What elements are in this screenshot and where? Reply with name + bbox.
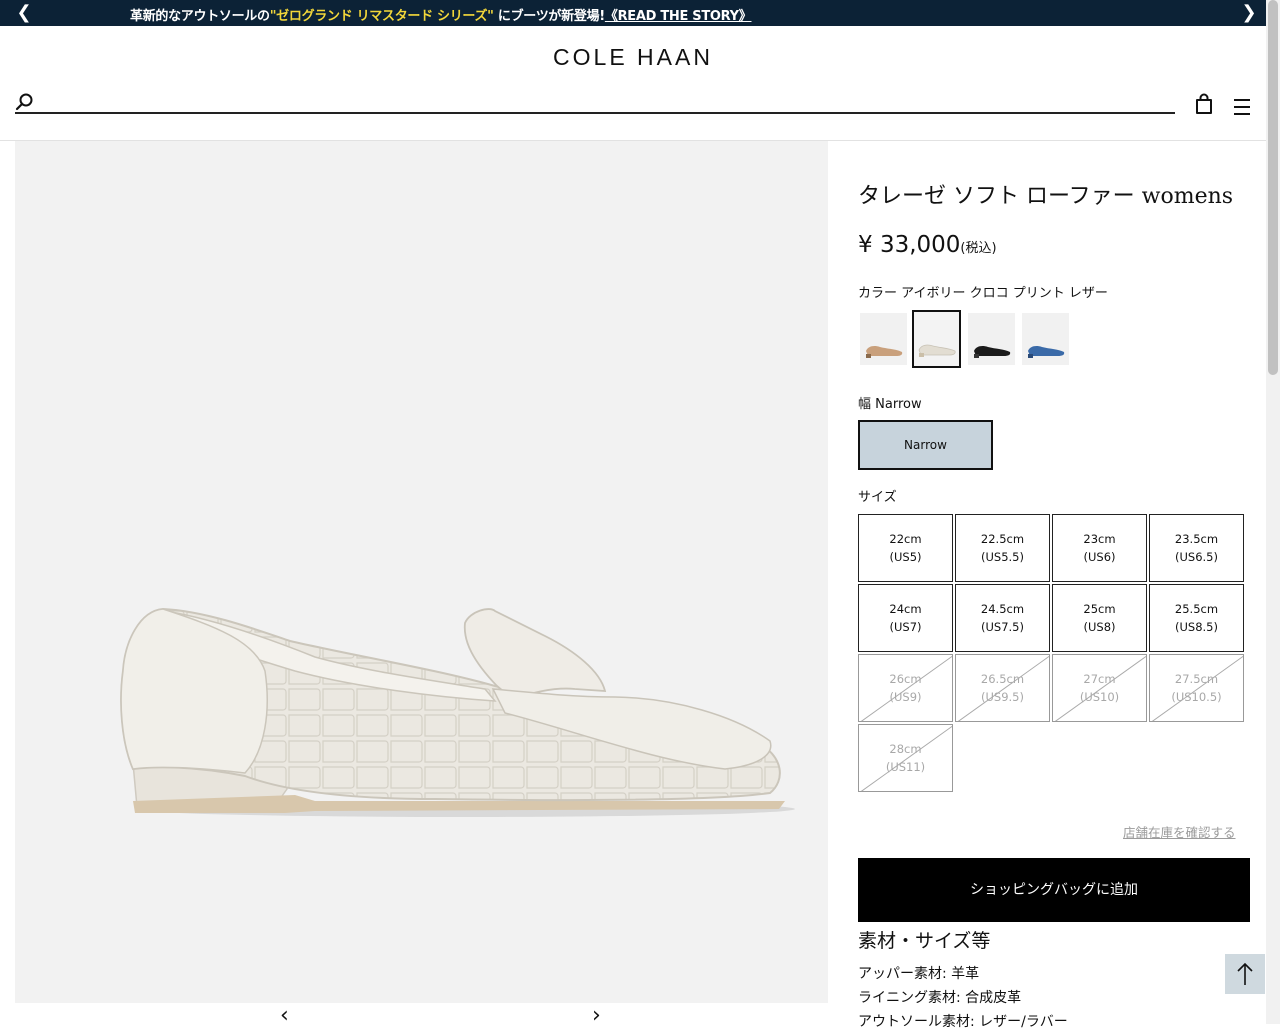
- size-cm: 23cm: [1083, 532, 1116, 546]
- size-option[interactable]: 22.5cm (US5.5): [955, 514, 1050, 582]
- size-cm: 22.5cm: [980, 532, 1025, 546]
- color-label: カラー アイボリー クロコ プリント レザー: [858, 286, 1108, 301]
- sold-out-slash: [1151, 655, 1243, 721]
- chevron-right-icon[interactable]: ❯: [1240, 3, 1258, 23]
- size-option[interactable]: 24.5cm (US7.5): [955, 584, 1050, 652]
- hamburger-menu-icon[interactable]: [1232, 98, 1252, 116]
- sold-out-slash: [1054, 655, 1146, 721]
- arrow-up-icon: [1237, 962, 1253, 985]
- size-us: (US7): [889, 620, 922, 634]
- product-image[interactable]: [15, 141, 828, 1003]
- sold-out-slash: [860, 725, 952, 791]
- width-label: 幅 Narrow: [858, 397, 922, 412]
- gallery-next-button[interactable]: ›: [592, 1005, 601, 1027]
- size-option[interactable]: 23cm (US6): [1052, 514, 1147, 582]
- search-icon[interactable]: [15, 92, 35, 112]
- size-us: (US8.5): [1175, 620, 1218, 634]
- tax-note: (税込): [960, 241, 997, 256]
- promo-message: 革新的なアウトソールの"ゼログランド リマスタード シリーズ" にブーツが新登場…: [130, 5, 752, 24]
- size-cm: 24cm: [889, 602, 922, 616]
- size-us: (US5): [889, 550, 922, 564]
- size-cm: 22cm: [889, 532, 922, 546]
- store-stock-link[interactable]: 店舗在庫を確認する: [1123, 822, 1236, 841]
- size-us: (US8): [1083, 620, 1116, 634]
- swatch-tan[interactable]: [860, 313, 907, 365]
- search-input[interactable]: [43, 92, 1163, 112]
- size-option: 26.5cm (US9.5): [955, 654, 1050, 722]
- gallery-prev-button[interactable]: ‹: [280, 1005, 289, 1027]
- size-cm: 24.5cm: [980, 602, 1025, 616]
- sold-out-slash: [860, 655, 952, 721]
- size-option: 28cm (US11): [858, 724, 953, 792]
- add-to-bag-button[interactable]: ショッピングバッグに追加: [858, 858, 1250, 922]
- size-option: 27cm (US10): [1052, 654, 1147, 722]
- chevron-left-icon[interactable]: ❮: [15, 3, 33, 23]
- back-to-top-button[interactable]: [1225, 954, 1265, 994]
- promo-prefix: 革新的なアウトソールの: [130, 9, 270, 24]
- size-cm: 25.5cm: [1174, 602, 1219, 616]
- size-option[interactable]: 24cm (US7): [858, 584, 953, 652]
- swatch-black[interactable]: [968, 313, 1015, 365]
- swatch-blue[interactable]: [1022, 313, 1069, 365]
- size-us: (US5.5): [981, 550, 1024, 564]
- shopping-bag-icon[interactable]: [1194, 93, 1214, 115]
- price-value: ¥ 33,000: [858, 232, 961, 258]
- width-option-narrow[interactable]: Narrow: [858, 420, 993, 470]
- spec-outsole: アウトソール素材: レザー/ラバー: [858, 1014, 1068, 1030]
- size-option[interactable]: 25.5cm (US8.5): [1149, 584, 1244, 652]
- size-label: サイズ: [858, 490, 897, 505]
- promo-highlight: "ゼログランド リマスタード シリーズ": [269, 9, 494, 24]
- loafer-illustration: [120, 607, 795, 817]
- size-option: 27.5cm (US10.5): [1149, 654, 1244, 722]
- size-option: 26cm (US9): [858, 654, 953, 722]
- swatch-ivory[interactable]: [912, 310, 961, 368]
- size-cm: 25cm: [1083, 602, 1116, 616]
- spec-upper: アッパー素材: 羊革: [858, 966, 980, 982]
- size-option[interactable]: 22cm (US5): [858, 514, 953, 582]
- sold-out-slash: [957, 655, 1049, 721]
- brand-logo[interactable]: COLE HAAN: [0, 44, 1266, 71]
- size-us: (US6): [1083, 550, 1116, 564]
- read-story-link[interactable]: 《READ THE STORY》: [605, 9, 752, 24]
- search-bar: [15, 92, 1175, 114]
- spec-lining: ライニング素材: 合成皮革: [858, 990, 1022, 1006]
- size-us: (US6.5): [1175, 550, 1218, 564]
- size-us: (US7.5): [981, 620, 1024, 634]
- spec-title: 素材・サイズ等: [858, 930, 991, 952]
- promo-middle: にブーツが新登場!: [497, 9, 605, 24]
- scrollbar-thumb[interactable]: [1268, 0, 1278, 375]
- promo-banner: ❮ 革新的なアウトソールの"ゼログランド リマスタード シリーズ" にブーツが新…: [0, 0, 1266, 26]
- size-option[interactable]: 23.5cm (US6.5): [1149, 514, 1244, 582]
- size-cm: 23.5cm: [1174, 532, 1219, 546]
- color-swatches: [858, 310, 1078, 368]
- product-price: ¥ 33,000(税込): [858, 232, 997, 258]
- product-title: タレーゼ ソフト ローファー womens: [858, 184, 1234, 209]
- size-option[interactable]: 25cm (US8): [1052, 584, 1147, 652]
